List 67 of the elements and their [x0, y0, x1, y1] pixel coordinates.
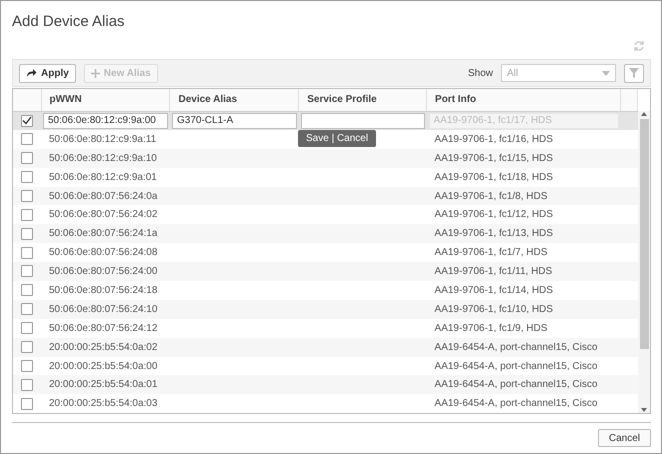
row-checkbox[interactable] — [21, 322, 33, 334]
pwwn-cell: 50:06:0e:80:07:56:24:12 — [41, 318, 170, 338]
port-info-cell: AA19-9706-1, fc1/15, HDS — [426, 148, 620, 168]
row-checkbox[interactable] — [21, 228, 33, 240]
port-info-cell: AA19-9706-1, fc1/14, HDS — [426, 281, 620, 300]
column-header[interactable]: Device Alias — [170, 89, 299, 111]
caret-icon — [602, 70, 610, 76]
pwwn-cell: 50:06:0e:80:07:56:24:0a — [41, 186, 170, 206]
pwwn-cell: 50:06:0e:80:07:56:24:18 — [41, 281, 170, 300]
row-checkbox[interactable] — [21, 284, 33, 296]
filter-button[interactable] — [624, 64, 644, 82]
row-checkbox[interactable] — [21, 246, 33, 259]
port-info-cell: AA19-9706-1, fc1/11, HDS — [426, 262, 620, 282]
pwwn-cell: 50:06:0e:80:07:56:24:00 — [41, 262, 170, 282]
port-info-cell: AA19-9706-1, fc1/13, HDS — [426, 224, 620, 244]
column-header[interactable]: pWWN — [41, 89, 170, 111]
row-checkbox[interactable] — [21, 340, 33, 353]
column-header[interactable]: Service Profile — [298, 89, 427, 111]
row-checkbox[interactable] — [21, 265, 33, 278]
port-info-cell: AA19-9706-1, fc1/8, HDS — [426, 186, 620, 206]
scroll-up-icon[interactable] — [640, 111, 648, 117]
port-info-cell: AA19-6454-A, port-channel15, Cisco — [426, 338, 620, 357]
port-info-cell: AA19-9706-1, fc1/9, HDS — [426, 318, 620, 338]
pwwn-cell: 50:06:0e:80:07:56:24:08 — [41, 243, 170, 262]
column-header[interactable]: Port Info — [426, 89, 620, 111]
port-info-cell: AA19-9706-1, fc1/16, HDS — [426, 130, 620, 149]
device-alias-field[interactable]: G370-CL1-A — [172, 112, 297, 129]
row-checkbox[interactable] — [21, 133, 33, 146]
port-info-cell: AA19-9706-1, fc1/18, HDS — [426, 168, 620, 187]
pwwn-cell-text: 20:00:00:25:b5:54:0a:03 — [48, 397, 158, 412]
row-checkbox[interactable] — [21, 190, 33, 202]
port-info-cell: AA19-6454-A, port-channel15, Cisco — [426, 375, 620, 394]
pwwn-field[interactable]: 50:06:0e:80:12:c9:9a:00 — [43, 112, 168, 129]
plus-icon — [90, 68, 100, 78]
dialog-title: Add Device Alias — [12, 12, 126, 32]
row-checkbox[interactable] — [21, 378, 33, 391]
pwwn-cell: 20:00:00:25:b5:54:0a:02 — [41, 338, 170, 357]
filter-icon — [629, 68, 639, 78]
pwwn-cell: 20:00:00:25:b5:54:0a:01 — [41, 375, 170, 394]
pwwn-cell: 50:06:0e:80:12:c9:9a:10 — [41, 148, 170, 168]
arrow-icon — [26, 68, 37, 78]
scrollbar-thumb[interactable] — [640, 119, 648, 349]
port-info-cell-text: AA19-6454-A, port-channel15, Cisco — [434, 397, 598, 412]
pwwn-cell: 20:00:00:25:b5:54:0a:00 — [41, 356, 170, 376]
service-profile-field[interactable] — [300, 112, 425, 129]
row-checkbox[interactable] — [21, 398, 33, 410]
port-info-cell: AA19-9706-1, fc1/12, HDS — [426, 205, 620, 224]
save-cancel-tooltip[interactable]: Save | Cancel — [298, 130, 376, 147]
pwwn-cell: 50:06:0e:80:12:c9:9a:01 — [41, 168, 170, 187]
row-checkbox[interactable] — [21, 170, 33, 183]
port-info-cell: AA19-9706-1, fc1/7, HDS — [426, 243, 620, 262]
apply-button[interactable]: Apply — [19, 64, 76, 82]
pwwn-cell: 50:06:0e:80:07:56:24:1a — [41, 224, 170, 244]
show-label: Show — [468, 66, 493, 80]
port-info-cell: AA19-6454-A, port-channel15, Cisco — [426, 356, 620, 376]
row-checkbox[interactable] — [21, 360, 33, 372]
scroll-down-icon[interactable] — [640, 407, 648, 413]
row-checkbox[interactable] — [21, 152, 33, 164]
pwwn-cell: 50:06:0e:80:07:56:24:02 — [41, 205, 170, 224]
row-checkbox[interactable] — [21, 114, 33, 127]
port-info-cell: AA19-9706-1, fc1/10, HDS — [426, 300, 620, 319]
cancel-button[interactable]: Cancel — [598, 429, 651, 447]
refresh-icon[interactable] — [633, 40, 645, 52]
row-checkbox[interactable] — [21, 303, 33, 316]
pwwn-cell: 50:06:0e:80:07:56:24:10 — [41, 300, 170, 319]
pwwn-cell: 50:06:0e:80:12:c9:9a:11 — [41, 130, 170, 149]
row-checkbox[interactable] — [21, 208, 33, 221]
